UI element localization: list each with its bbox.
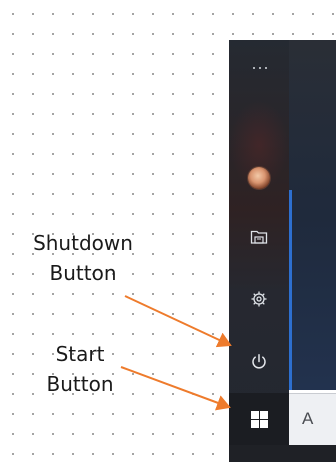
user-account-button[interactable]: [229, 153, 289, 203]
start-button[interactable]: [229, 393, 289, 445]
documents-icon: [250, 230, 268, 244]
shutdown-button-annotation: Shutdown Button: [33, 231, 133, 285]
power-icon: [252, 354, 266, 369]
taskbar-search-box[interactable]: A: [289, 393, 336, 446]
documents-button[interactable]: [229, 212, 289, 262]
menu-dot: [253, 67, 255, 69]
menu-dot: [259, 67, 261, 69]
menu-dot: [265, 67, 267, 69]
windows-logo-icon: [250, 410, 268, 428]
tile-accent-edge: [289, 190, 292, 390]
user-avatar: [248, 167, 270, 189]
shutdown-arrow: [124, 295, 232, 348]
taskbar: [229, 445, 336, 462]
start-button-annotation: Start Button: [46, 342, 114, 396]
gear-icon: [251, 291, 267, 307]
menu-icon[interactable]: [253, 62, 267, 74]
start-menu-tiles-strip: [289, 40, 336, 390]
shutdown-button[interactable]: [229, 337, 289, 387]
settings-button[interactable]: [229, 274, 289, 324]
search-box-text: A: [302, 409, 314, 428]
